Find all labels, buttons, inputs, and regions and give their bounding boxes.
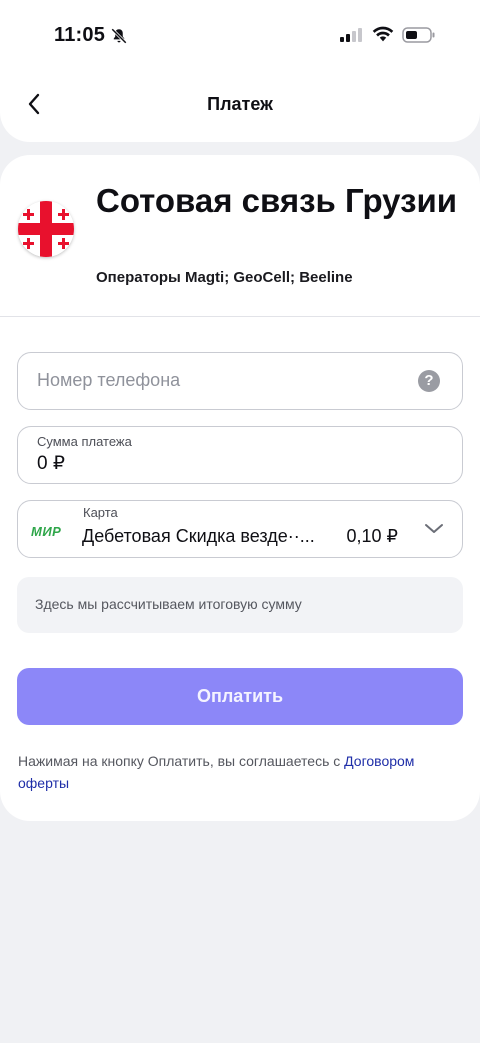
phone-placeholder: Номер телефона: [37, 370, 181, 390]
card-select[interactable]: Карта МИР Дебетовая Скидка везде··... 0,…: [17, 500, 463, 558]
card-balance: 0,10 ₽: [346, 526, 399, 546]
legal-text: Нажимая на кнопку Оплатить, вы соглашает…: [18, 753, 345, 769]
wifi-icon: [372, 26, 394, 42]
card-name: Дебетовая Скидка везде··...: [82, 526, 315, 546]
legal-notice: Нажимая на кнопку Оплатить, вы соглашает…: [18, 750, 458, 794]
payment-screen: 11:05 Платеж Сотовая связь Грузии Операт…: [0, 0, 480, 1043]
payment-card: Сотовая связь Грузии Операторы Magti; Ge…: [0, 155, 480, 821]
page-title: Платеж: [207, 94, 273, 114]
service-title: Сотовая связь Грузии: [96, 182, 458, 219]
georgia-flag-icon: [18, 201, 74, 257]
calculation-note: Здесь мы рассчитываем итоговую сумму: [35, 596, 302, 612]
bell-off-icon: [111, 28, 127, 44]
phone-field[interactable]: Номер телефона ?: [17, 352, 463, 410]
total-calculation-box: Здесь мы рассчитываем итоговую сумму: [17, 577, 463, 633]
pay-button[interactable]: Оплатить: [17, 668, 463, 725]
card-label: Карта: [83, 505, 118, 520]
amount-field[interactable]: Сумма платежа 0 ₽: [17, 426, 463, 484]
top-header: 11:05 Платеж: [0, 0, 480, 142]
mir-logo: МИР: [31, 524, 62, 539]
amount-value: 0 ₽: [37, 453, 65, 474]
service-operators: Операторы Magti; GeoCell; Beeline: [96, 269, 353, 286]
status-time: 11:05: [54, 24, 106, 46]
amount-label: Сумма платежа: [37, 434, 132, 449]
battery-icon: [402, 27, 435, 43]
signal-icon: [340, 28, 362, 42]
divider: [0, 316, 480, 317]
chevron-down-icon[interactable]: [424, 519, 444, 539]
question-icon[interactable]: ?: [418, 370, 440, 392]
